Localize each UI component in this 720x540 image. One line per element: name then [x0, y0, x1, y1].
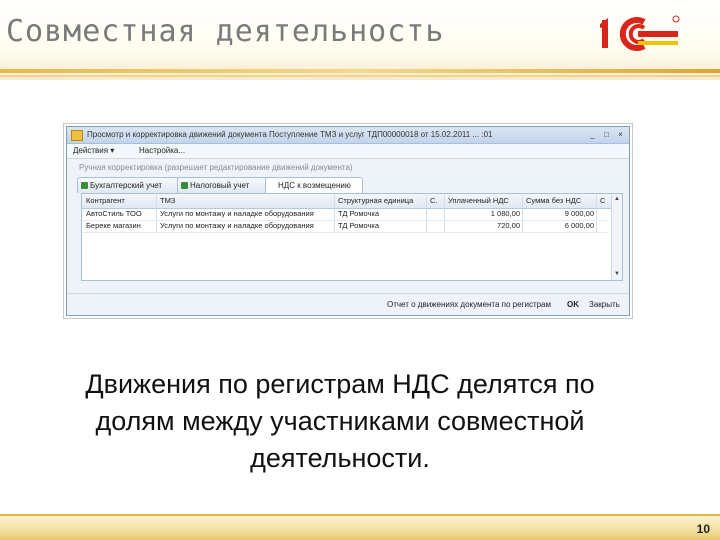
tab-vat-refund[interactable]: НДС к возмещению	[265, 177, 363, 194]
column-header[interactable]: ТМЗ	[160, 195, 330, 207]
actions-menu[interactable]: Действия ▾	[73, 146, 114, 155]
page-number: 10	[696, 522, 710, 536]
caption-line: Движения по регистрам НДС делятся по	[85, 369, 595, 399]
column-divider	[426, 194, 427, 232]
column-header[interactable]: Контрагент	[86, 195, 154, 207]
vat-movements-table: Контрагент ТМЗ Структурная единица С. Уп…	[81, 193, 623, 281]
header-divider	[0, 69, 720, 73]
column-divider	[596, 194, 597, 232]
register-icon	[181, 182, 188, 189]
footer-divider	[0, 514, 720, 516]
scroll-up-icon[interactable]: ▲	[613, 195, 621, 203]
header-divider-thin	[0, 75, 720, 77]
scroll-down-icon[interactable]: ▼	[613, 270, 621, 278]
column-header[interactable]: Сумма без НДС	[526, 195, 596, 207]
column-divider	[522, 194, 523, 232]
tab-tax[interactable]: Налоговый учет	[177, 177, 275, 193]
window-title-bar: Просмотр и корректировка движений докуме…	[67, 127, 629, 144]
column-header[interactable]: С.	[430, 195, 444, 207]
tab-accounting[interactable]: Бухгалтерский учет	[77, 177, 187, 193]
vat-paid-cell: 720,00	[497, 221, 520, 230]
counterparty-cell: АвтоСтиль ТОО	[86, 209, 142, 218]
tab-label: НДС к возмещению	[278, 181, 351, 190]
window-button-bar: Отчет о движениях документа по регистрам…	[67, 293, 629, 315]
vertical-scrollbar[interactable]: ▲ ▼	[611, 194, 622, 280]
window-title: Просмотр и корректировка движений докуме…	[87, 130, 493, 139]
item-cell: Услуги по монтажу и наладке оборудования	[160, 221, 314, 230]
manual-correction-checkbox[interactable]: Ручная корректировка (разрешает редактир…	[79, 163, 353, 172]
register-tabs: Бухгалтерский учет Налоговый учет НДС к …	[77, 177, 622, 194]
ok-button[interactable]: OK	[567, 300, 579, 309]
item-cell: Услуги по монтажу и наладке оборудования	[160, 209, 314, 218]
minimize-button[interactable]: _	[587, 129, 598, 140]
maximize-button[interactable]: □	[601, 129, 612, 140]
unit-cell: ТД Ромочка	[338, 209, 380, 218]
1c-logo-icon	[600, 15, 680, 51]
tab-label: Налоговый учет	[190, 181, 250, 190]
column-divider	[156, 194, 157, 232]
counterparty-cell: Береке магазин	[86, 221, 141, 230]
document-movements-window: Просмотр и корректировка движений докуме…	[66, 126, 630, 316]
column-divider	[334, 194, 335, 232]
vat-paid-cell: 1 080,00	[490, 209, 520, 218]
amount-cell: 9 000,00	[564, 209, 594, 218]
column-header[interactable]: С	[600, 195, 608, 207]
movements-report-link[interactable]: Отчет о движениях документа по регистрам	[387, 300, 551, 309]
slide-title: Совместная деятельность	[6, 14, 445, 49]
slide-caption: Движения по регистрам НДС делятся по дол…	[20, 366, 660, 477]
settings-menu[interactable]: Настройка...	[139, 146, 185, 155]
tab-label: Бухгалтерский учет	[90, 181, 163, 190]
unit-cell: ТД Ромочка	[338, 221, 380, 230]
slide-footer	[0, 514, 720, 540]
table-header: Контрагент ТМЗ Структурная единица С. Уп…	[82, 194, 622, 209]
close-button[interactable]: Закрыть	[589, 300, 620, 309]
amount-cell: 6 000,00	[564, 221, 594, 230]
caption-line: деятельности.	[250, 443, 430, 473]
caption-line: долям между участниками совместной	[95, 406, 585, 436]
column-header[interactable]: Структурная единица	[338, 195, 426, 207]
toolbar: Действия ▾ Настройка...	[67, 144, 629, 159]
register-icon	[81, 182, 88, 189]
column-header[interactable]: Уплаченный НДС	[448, 195, 524, 207]
document-icon	[71, 130, 83, 141]
column-divider	[444, 194, 445, 232]
close-window-button[interactable]: ×	[615, 129, 626, 140]
row-divider	[82, 232, 607, 233]
